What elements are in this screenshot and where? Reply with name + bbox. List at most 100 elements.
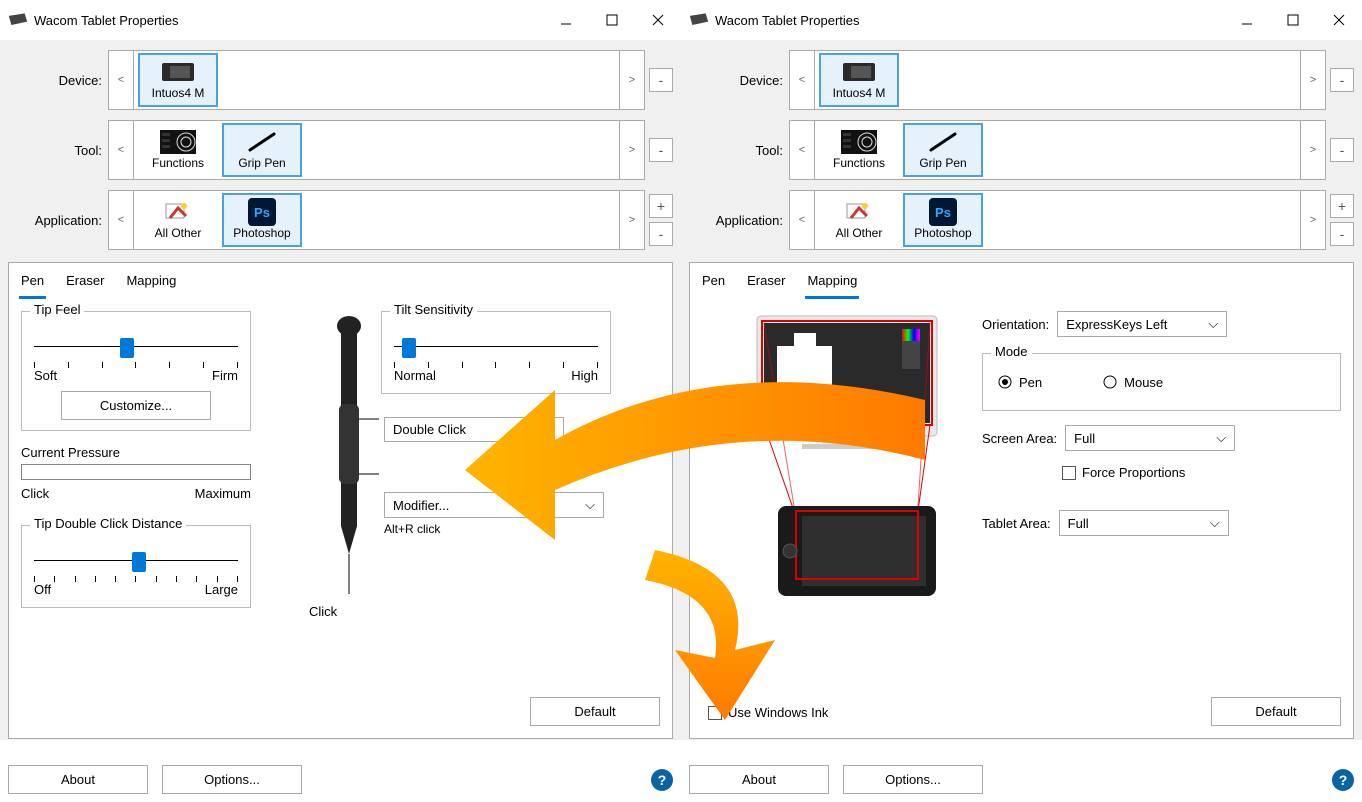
help-icon[interactable]: ? [1332, 769, 1354, 791]
tool-next-button[interactable]: > [1300, 120, 1326, 180]
pressure-bar [21, 464, 251, 480]
tab-strip: Pen Eraser Mapping [8, 262, 673, 299]
tab-pen[interactable]: Pen [19, 267, 46, 299]
pen-icon [925, 130, 961, 154]
tool-item-label: Grip Pen [919, 156, 966, 170]
application-selector-row: Application: < All Other Ps Photoshop > … [8, 188, 673, 252]
device-item-intuos4m[interactable]: Intuos4 M [819, 53, 899, 107]
default-button[interactable]: Default [530, 697, 660, 726]
application-item-photoshop[interactable]: Ps Photoshop [903, 193, 983, 247]
application-label: Application: [8, 213, 108, 228]
tool-prev-button[interactable]: < [108, 120, 134, 180]
application-add-button[interactable]: + [1330, 194, 1354, 218]
application-remove-button[interactable]: - [1330, 222, 1354, 246]
tool-item-label: Grip Pen [238, 156, 285, 170]
minimize-button[interactable] [1224, 4, 1270, 36]
maximize-button[interactable] [1270, 4, 1316, 36]
application-remove-button[interactable]: - [649, 222, 673, 246]
mode-pen-radio[interactable]: Pen [997, 374, 1042, 390]
device-next-button[interactable]: > [1300, 50, 1326, 110]
tablet-area-dropdown[interactable]: Full⌵ [1059, 510, 1229, 536]
options-button[interactable]: Options... [162, 765, 302, 794]
device-remove-button[interactable]: - [1330, 68, 1354, 92]
options-button[interactable]: Options... [843, 765, 983, 794]
tip-dblclick-slider[interactable] [34, 550, 238, 572]
titlebar: Wacom Tablet Properties [681, 0, 1362, 40]
close-button[interactable] [635, 4, 681, 36]
tool-remove-button[interactable]: - [1330, 138, 1354, 162]
use-windows-ink-label: Use Windows Ink [728, 705, 828, 720]
photoshop-icon: Ps [244, 200, 280, 224]
device-remove-button[interactable]: - [649, 68, 673, 92]
minimize-button[interactable] [543, 4, 589, 36]
pen-lower-button-dropdown[interactable]: Modifier...⌵ [384, 492, 604, 518]
tool-item-functions[interactable]: Functions [138, 123, 218, 177]
tab-pen[interactable]: Pen [700, 267, 727, 299]
about-button[interactable]: About [8, 765, 148, 794]
allother-icon [841, 200, 877, 224]
pen-tip-click-label: Click [309, 604, 337, 619]
tool-item-functions[interactable]: Functions [819, 123, 899, 177]
device-prev-button[interactable]: < [789, 50, 815, 110]
current-pressure-label: Current Pressure [21, 445, 251, 460]
use-windows-ink-checkbox[interactable]: Use Windows Ink [708, 705, 828, 720]
application-item-label: All Other [155, 226, 202, 240]
tool-item-grippen[interactable]: Grip Pen [222, 123, 302, 177]
orientation-dropdown[interactable]: ExpressKeys Left⌵ [1057, 311, 1227, 337]
tool-prev-button[interactable]: < [789, 120, 815, 180]
application-add-button[interactable]: + [649, 194, 673, 218]
device-label: Device: [689, 73, 789, 88]
tip-feel-slider[interactable] [34, 336, 238, 358]
tool-label: Tool: [8, 143, 108, 158]
application-item-photoshop[interactable]: Ps Photoshop [222, 193, 302, 247]
tab-mapping[interactable]: Mapping [124, 267, 178, 299]
device-prev-button[interactable]: < [108, 50, 134, 110]
close-button[interactable] [1316, 4, 1362, 36]
allother-icon [160, 200, 196, 224]
tab-eraser[interactable]: Eraser [64, 267, 106, 299]
tool-item-label: Functions [152, 156, 204, 170]
tool-items: Functions Grip Pen [134, 120, 619, 180]
screen-area-dropdown[interactable]: Full⌵ [1065, 425, 1235, 451]
application-prev-button[interactable]: < [789, 190, 815, 250]
device-next-button[interactable]: > [619, 50, 645, 110]
window-pen: Wacom Tablet Properties Device: < Intuos… [0, 0, 681, 802]
chevron-down-icon: ⌵ [1208, 316, 1218, 332]
default-button[interactable]: Default [1211, 697, 1341, 726]
tool-items: Functions Grip Pen [815, 120, 1300, 180]
application-item-label: All Other [836, 226, 883, 240]
pressure-click-label: Click [21, 486, 49, 501]
tab-eraser[interactable]: Eraser [745, 267, 787, 299]
pen-upper-button-dropdown[interactable]: Double Click [384, 417, 564, 442]
mapping-diagram [702, 311, 962, 614]
tool-next-button[interactable]: > [619, 120, 645, 180]
mode-legend: Mode [991, 344, 1032, 359]
application-item-label: Photoshop [233, 226, 290, 240]
tool-item-grippen[interactable]: Grip Pen [903, 123, 983, 177]
tool-item-label: Functions [833, 156, 885, 170]
application-next-button[interactable]: > [619, 190, 645, 250]
force-proportions-checkbox[interactable]: Force Proportions [1062, 465, 1341, 480]
functions-icon [160, 130, 196, 154]
help-icon[interactable]: ? [651, 769, 673, 791]
application-item-allother[interactable]: All Other [819, 193, 899, 247]
tilt-slider[interactable] [394, 336, 598, 358]
application-item-allother[interactable]: All Other [138, 193, 218, 247]
screen-area-label: Screen Area: [982, 431, 1057, 446]
window-body: Device: < Intuos4 M > - Tool: < Function… [0, 40, 681, 740]
tool-remove-button[interactable]: - [649, 138, 673, 162]
device-item-intuos4m[interactable]: Intuos4 M [138, 53, 218, 107]
pressure-max-label: Maximum [195, 486, 251, 501]
application-prev-button[interactable]: < [108, 190, 134, 250]
orientation-label: Orientation: [982, 317, 1049, 332]
pen-diagram [319, 314, 379, 614]
about-button[interactable]: About [689, 765, 829, 794]
tab-mapping[interactable]: Mapping [805, 267, 859, 299]
chevron-down-icon: ⌵ [585, 497, 595, 513]
window-title: Wacom Tablet Properties [34, 13, 543, 28]
customize-button[interactable]: Customize... [61, 391, 211, 420]
application-next-button[interactable]: > [1300, 190, 1326, 250]
maximize-button[interactable] [589, 4, 635, 36]
pen-panel: Tip Feel SoftFirm Customize... Current P… [8, 299, 673, 739]
mode-mouse-radio[interactable]: Mouse [1102, 374, 1163, 390]
